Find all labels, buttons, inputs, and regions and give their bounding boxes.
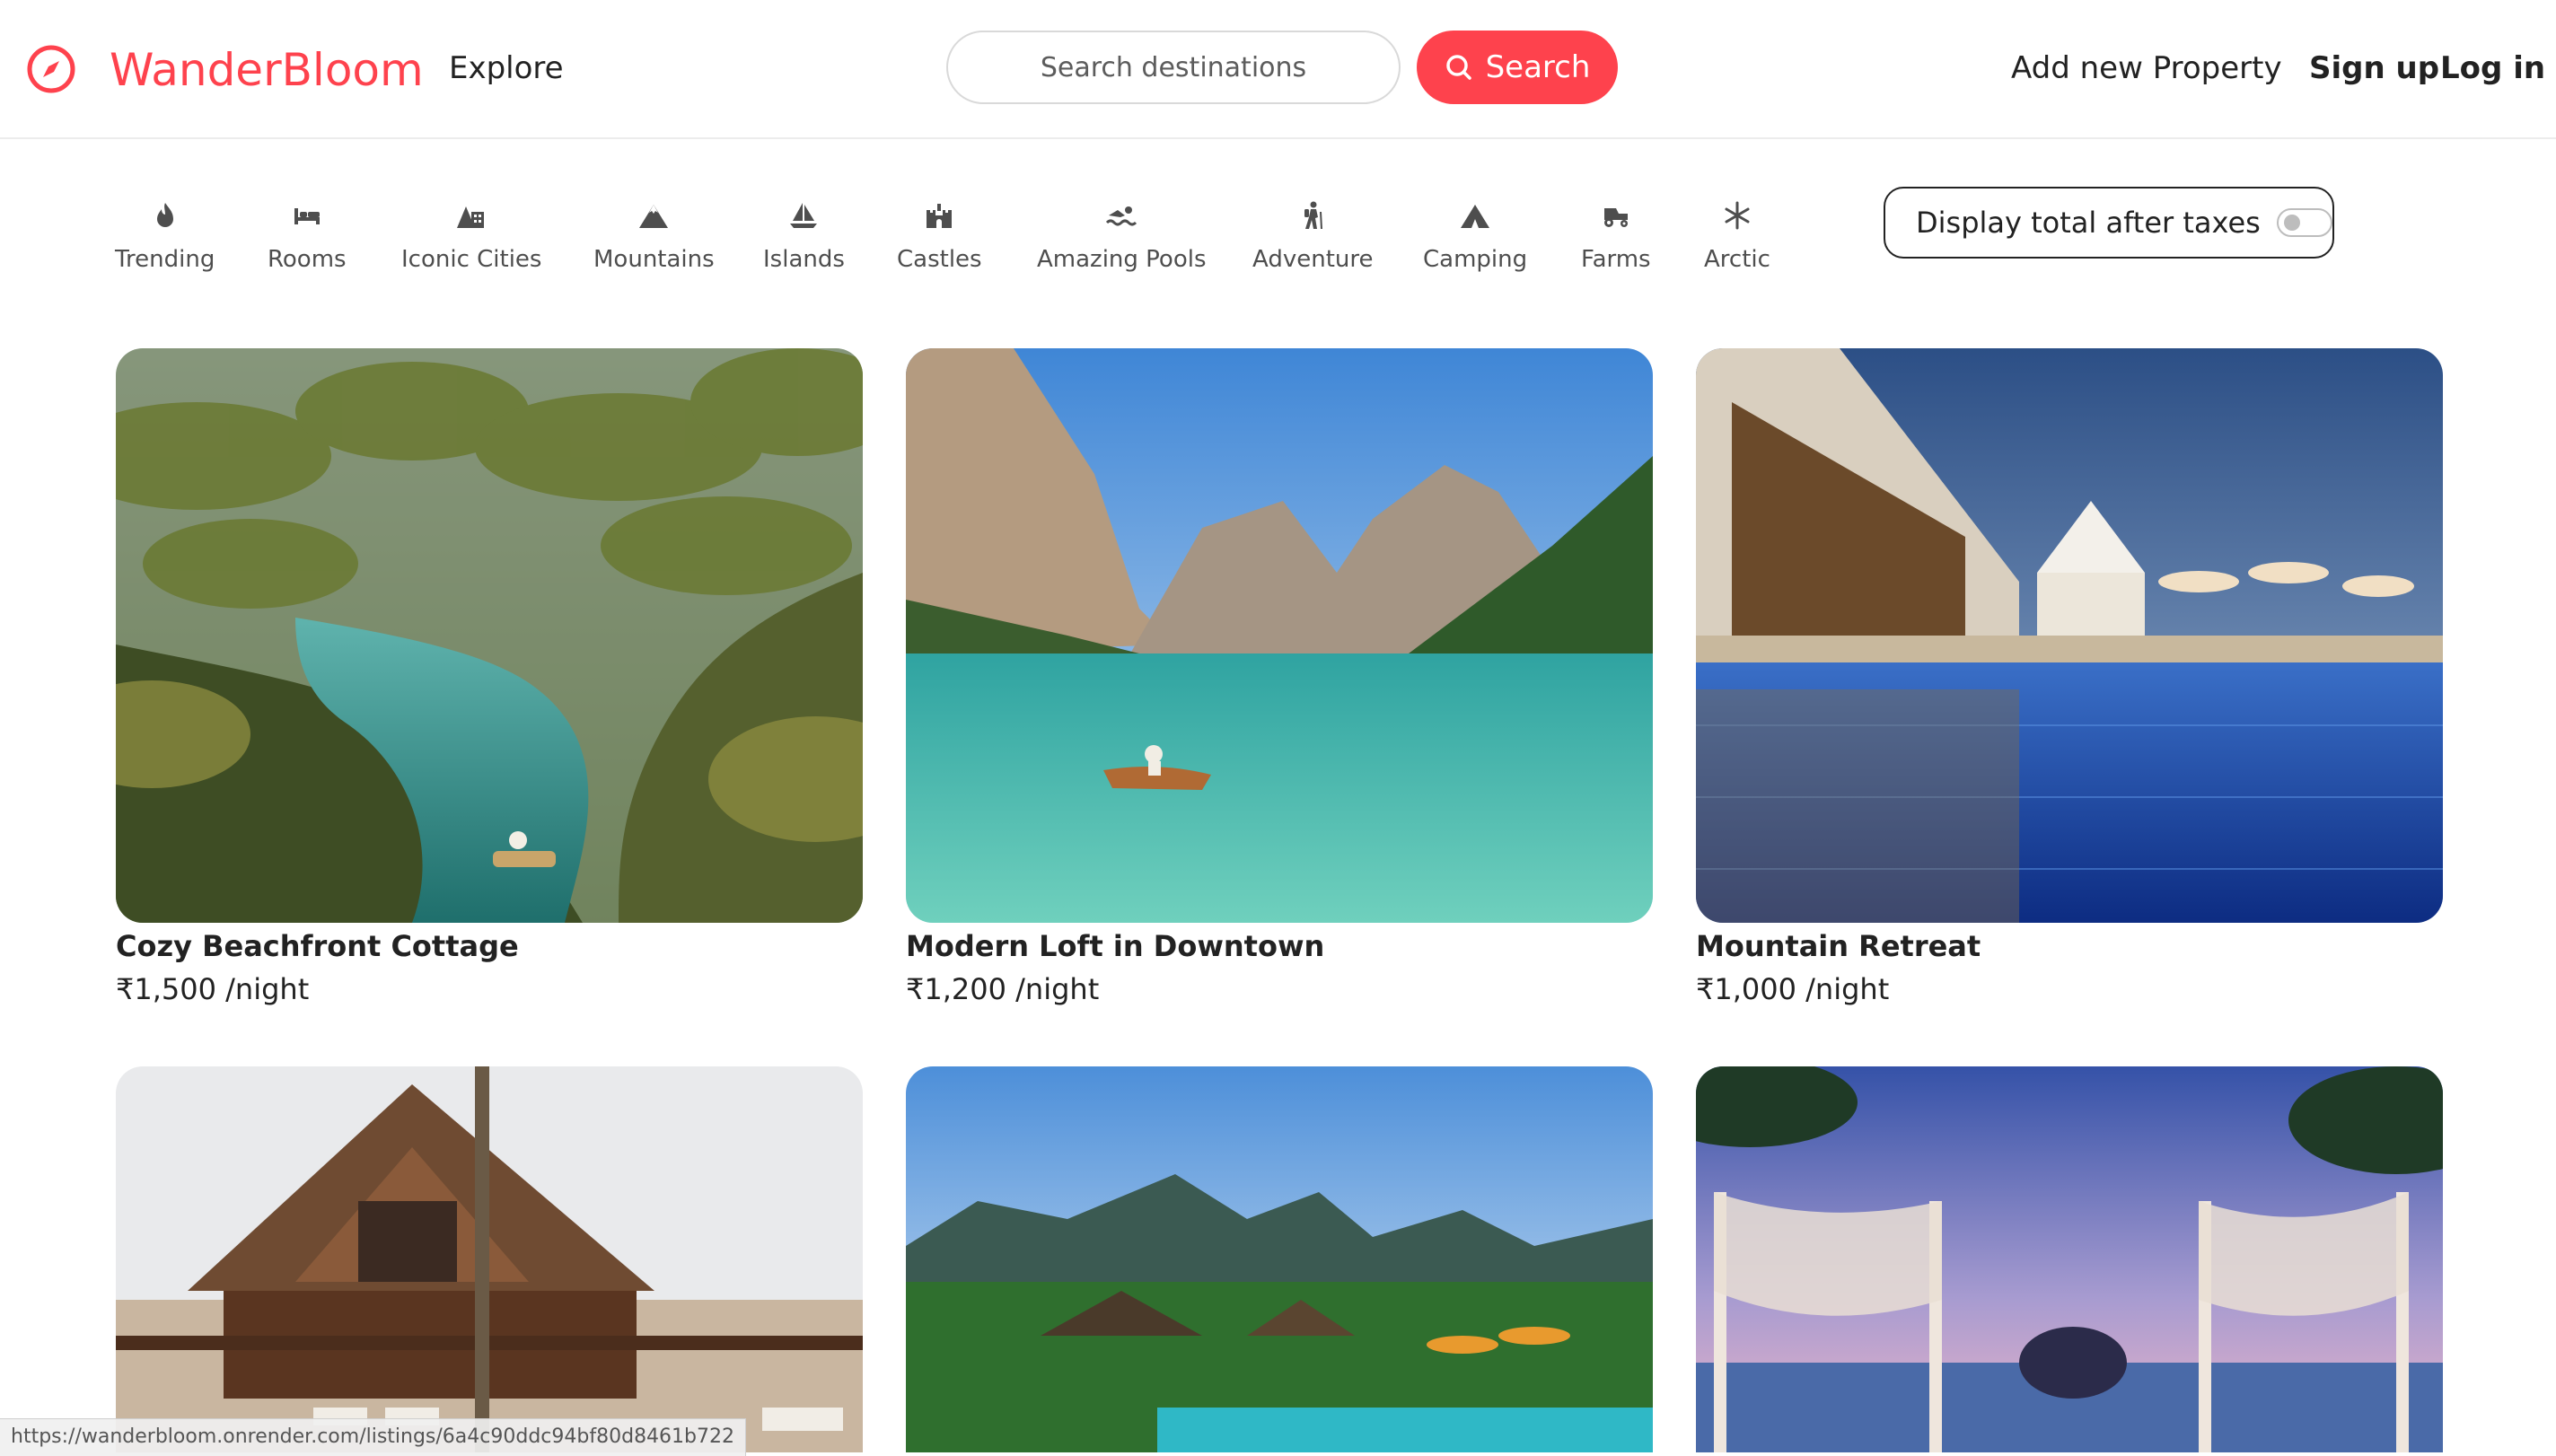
filter-castles[interactable]: Castles: [897, 199, 982, 280]
filter-label: Arctic: [1704, 246, 1770, 273]
price-value: 1,200: [924, 972, 1006, 1006]
filter-label: Castles: [897, 246, 982, 273]
filter-amazing-pools[interactable]: Amazing Pools: [1037, 199, 1207, 280]
filter-label: Camping: [1423, 246, 1528, 273]
tax-toggle-switch[interactable]: [2276, 208, 2332, 237]
filter-trending[interactable]: Trending: [115, 199, 215, 280]
listing-image[interactable]: [116, 1066, 863, 1452]
currency-symbol: ₹: [906, 972, 925, 1006]
hiker-icon: [1304, 201, 1323, 230]
price-value: 1,500: [134, 972, 216, 1006]
price-value: 1,000: [1714, 972, 1796, 1006]
listing-price: ₹1,500 /night: [116, 971, 863, 1007]
listing-title: Cozy Beachfront Cottage: [116, 929, 519, 963]
listing-title: Mountain Retreat: [1696, 929, 1981, 963]
status-bar-url: https://wanderbloom.onrender.com/listing…: [0, 1418, 747, 1456]
listing-image[interactable]: [1696, 348, 2443, 923]
listing-price: ₹1,000 /night: [1696, 971, 2443, 1007]
filter-iconic-cities[interactable]: Iconic Cities: [401, 199, 541, 280]
listing-image[interactable]: [906, 348, 1653, 923]
search-input[interactable]: [946, 31, 1401, 104]
filter-arctic[interactable]: Arctic: [1704, 199, 1770, 280]
filter-label: Rooms: [268, 246, 347, 273]
sign-up-link[interactable]: Sign up: [2309, 48, 2439, 88]
search-button[interactable]: Search: [1417, 31, 1618, 104]
filter-label: Amazing Pools: [1037, 246, 1207, 273]
add-property-link[interactable]: Add new Property: [2011, 48, 2282, 88]
filter-farms[interactable]: Farms: [1581, 199, 1651, 280]
tax-toggle-label: Display total after taxes: [1916, 206, 2261, 240]
sailboat-icon: [790, 203, 818, 228]
price-unit: /night: [215, 972, 310, 1006]
tractor-icon: [1603, 208, 1628, 227]
currency-symbol: ₹: [116, 972, 135, 1006]
castle-icon: [927, 204, 953, 228]
mountain-icon: [639, 205, 669, 228]
nav-explore-link[interactable]: Explore: [449, 48, 564, 88]
listing-card[interactable]: [906, 1066, 1653, 1452]
filter-rooms[interactable]: Rooms: [268, 199, 347, 280]
swimmer-icon: [1106, 206, 1137, 226]
currency-symbol: ₹: [1696, 972, 1715, 1006]
search-icon: [1445, 55, 1471, 80]
tent-icon: [1461, 205, 1490, 228]
listing-image[interactable]: [116, 348, 863, 923]
log-in-link[interactable]: Log in: [2440, 48, 2545, 88]
filter-adventure[interactable]: Adventure: [1252, 199, 1373, 280]
listing-image[interactable]: [1696, 1066, 2443, 1452]
switch-knob: [2283, 215, 2300, 231]
bed-icon: [294, 208, 320, 224]
listing-image[interactable]: [906, 1066, 1653, 1452]
filter-islands[interactable]: Islands: [763, 199, 845, 280]
navbar: WanderBloom Explore Search Add new Prope…: [0, 0, 2556, 139]
filter-camping[interactable]: Camping: [1423, 199, 1527, 280]
listing-card[interactable]: [116, 1066, 863, 1452]
filter-label: Trending: [115, 246, 215, 273]
listing-card[interactable]: Modern Loft in Downtown ₹1,200 /night: [906, 348, 1653, 1007]
filter-label: Adventure: [1252, 246, 1374, 273]
filter-label: Iconic Cities: [401, 246, 542, 273]
filter-label: Mountains: [593, 246, 715, 273]
price-unit: /night: [1796, 972, 1890, 1006]
price-unit: /night: [1006, 972, 1100, 1006]
brand-name[interactable]: WanderBloom: [110, 41, 424, 99]
search-button-label: Search: [1485, 49, 1591, 85]
city-icon: [457, 206, 485, 228]
filter-label: Farms: [1581, 246, 1651, 273]
listing-title: Modern Loft in Downtown: [906, 929, 1325, 963]
listing-price: ₹1,200 /night: [906, 971, 1653, 1007]
listing-card[interactable]: Cozy Beachfront Cottage ₹1,500 /night: [116, 348, 863, 1007]
snowflake-icon: [1725, 201, 1750, 230]
filter-label: Islands: [763, 246, 845, 273]
compass-icon[interactable]: [25, 43, 77, 95]
tax-toggle[interactable]: Display total after taxes: [1884, 187, 2334, 259]
listing-card[interactable]: [1696, 1066, 2443, 1452]
fire-icon: [156, 203, 173, 227]
listing-card[interactable]: Mountain Retreat ₹1,000 /night: [1696, 348, 2443, 1007]
filter-mountains[interactable]: Mountains: [593, 199, 715, 280]
